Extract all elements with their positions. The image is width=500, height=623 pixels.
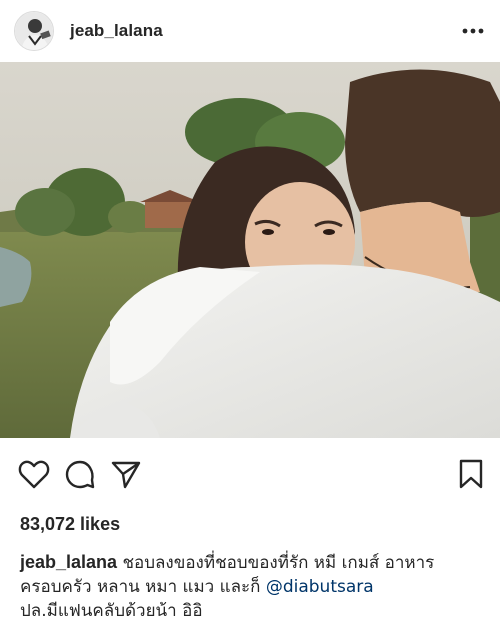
paper-plane-icon — [111, 461, 141, 489]
post-photo[interactable] — [0, 62, 500, 438]
share-button[interactable] — [110, 458, 142, 490]
comment-icon — [65, 460, 95, 489]
profile-avatar[interactable] — [14, 11, 54, 51]
caption-line-1: jeab_lalana ชอบลงของที่ชอบของที่รัก หมี … — [20, 550, 480, 575]
post-username[interactable]: jeab_lalana — [70, 21, 163, 41]
post-actions — [0, 438, 500, 510]
comment-button[interactable] — [64, 458, 96, 490]
caption-mention-link[interactable]: @diabutsara — [266, 577, 374, 597]
likes-count[interactable]: 83,072 likes — [0, 512, 500, 536]
more-options-icon — [462, 28, 484, 34]
caption-line-3: ปล.มีแฟนคลับด้วยน้า อิอิ — [20, 601, 203, 621]
caption-text-1: ชอบลงของที่ชอบของที่รัก หมี เกมส์ อาหาร — [122, 553, 435, 573]
post-header: jeab_lalana — [0, 0, 500, 62]
like-button[interactable] — [18, 459, 50, 489]
caption-line-2: ครอบครัว หลาน หมา แมว และก็ @diabutsara — [20, 575, 480, 599]
heart-icon — [18, 460, 50, 489]
avatar-image — [15, 12, 53, 50]
save-button[interactable] — [458, 458, 484, 490]
caption-text-2: ครอบครัว หลาน หมา แมว และก็ — [20, 577, 266, 597]
post-caption: jeab_lalana ชอบลงของที่ชอบของที่รัก หมี … — [0, 550, 500, 623]
more-options-button[interactable] — [462, 28, 484, 34]
post-image — [0, 62, 500, 438]
caption-username[interactable]: jeab_lalana — [20, 552, 117, 572]
bookmark-icon — [459, 459, 483, 489]
